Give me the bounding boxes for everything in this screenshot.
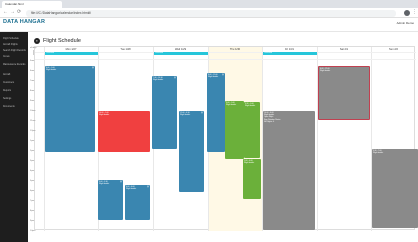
flight-event[interactable]: 10:00 - 1:00 Flight details	[98, 111, 150, 152]
allday-label: all-day	[30, 47, 37, 49]
browser-addressbar: ← → ⟳ file:///C:/DataHangar/calendar/ind…	[0, 8, 418, 18]
page-title: Flight Schedule	[43, 38, 81, 44]
event-title: Flight details	[244, 162, 255, 165]
hour-label: 2pm	[30, 150, 35, 152]
hour-label: 7pm	[30, 200, 35, 202]
app-logo[interactable]: DATA HANGAR	[3, 19, 45, 25]
event-icon[interactable]: ◎	[92, 66, 94, 69]
event-title: Flight details	[226, 104, 237, 107]
flight-event[interactable]: 9:00 - 1:00 Flight details	[225, 101, 244, 159]
account-icon[interactable]	[404, 10, 410, 16]
sidebar-item-customers[interactable]: Customers	[3, 82, 14, 84]
event-detail: No Flights: 0	[264, 120, 275, 123]
sidebar-item-search-flights[interactable]: Search Flight Records	[3, 50, 26, 52]
sidebar-item-reports[interactable]: Reports	[3, 90, 11, 92]
event-icon[interactable]: ◎	[147, 185, 149, 188]
browser-menu-icon[interactable]: ⋮	[412, 9, 417, 15]
browser-tab[interactable]: Calendar.html	[2, 1, 62, 8]
sidebar-item-aircraft[interactable]: Aircraft	[3, 74, 10, 76]
event-icon[interactable]: ◎	[201, 111, 203, 114]
event-title: Flight details	[245, 105, 256, 108]
hour-label: 4pm	[30, 170, 35, 172]
event-title: Flight details	[126, 188, 137, 191]
flight-event[interactable]: 4:00 - 6:00 Flight details ◎	[125, 185, 150, 220]
sidebar-item-maintenance[interactable]: Maintenance Records	[3, 64, 25, 66]
flight-event[interactable]: 7:30 - 10:30 Flight details ◎	[152, 76, 177, 149]
flight-event[interactable]: 3:00 - 5:30 Flight details ◎	[98, 180, 123, 220]
calendar-icon: ▪	[34, 38, 40, 44]
day-header: Thu 1/30	[229, 48, 241, 51]
flight-event[interactable]: 9:30 - 1:00 Flight details	[244, 102, 260, 158]
hour-label: 7am	[30, 80, 35, 82]
app-header: DATA HANGAR Admin Demo	[0, 18, 418, 32]
flight-event[interactable]: 12:00 - 6:30 Flight details ◎	[179, 111, 204, 192]
hour-label: 11am	[30, 120, 36, 122]
hour-label: 3pm	[30, 160, 35, 162]
url-input[interactable]: file:///C:/DataHangar/calendar/index.htm…	[26, 9, 396, 17]
grid-line	[35, 59, 416, 60]
flight-event[interactable]: 10:00 - 6:00 Flight details Open Flight …	[263, 111, 315, 230]
sidebar-item-aircraft-flights[interactable]: Aircraft Flights	[3, 44, 18, 46]
event-title: Flight details	[99, 183, 110, 186]
event-title: Flight details	[99, 114, 110, 117]
sidebar-item-documents[interactable]: Documents	[3, 106, 15, 108]
hour-label: 12pm	[30, 130, 36, 132]
hour-label: 9pm	[30, 220, 35, 222]
hour-label: 5am	[30, 60, 35, 62]
allday-event[interactable]: Cancelled	[154, 52, 208, 55]
forward-icon[interactable]: →	[10, 10, 15, 15]
flight-event[interactable]: 6:00 - 1:00 Flight details ◎	[45, 66, 95, 152]
sidebar: Flight Schedule Aircraft Flights Search …	[0, 32, 28, 242]
flight-event[interactable]: 1:00 - 4:00 Flight details	[243, 159, 261, 199]
day-header: Sat 2/1	[339, 48, 349, 51]
sidebar-item-flight-schedule[interactable]: Flight Schedule	[3, 38, 19, 40]
hour-label: 6pm	[30, 190, 35, 192]
page: Calendar.html ← → ⟳ file:///C:/DataHanga…	[0, 0, 418, 242]
event-title: Flight details	[208, 76, 219, 79]
flight-event[interactable]: 6:00 - 12:00 Flight details	[318, 66, 370, 120]
flight-event[interactable]: 3:30 - 7:00 Flight details	[372, 149, 418, 228]
event-title: Flight details	[46, 69, 57, 72]
reload-icon[interactable]: ⟳	[17, 10, 21, 15]
event-title: Flight details	[320, 70, 331, 73]
sidebar-item-crews[interactable]: Crews	[3, 56, 10, 58]
day-header: Tue 1/28	[120, 48, 131, 51]
day-header: Sun 2/2	[389, 48, 398, 51]
browser-tabbar: Calendar.html	[0, 0, 418, 8]
user-menu[interactable]: Admin Demo	[397, 21, 414, 25]
hour-label: 10pm	[30, 230, 36, 232]
hour-label: 8am	[30, 90, 35, 92]
allday-event[interactable]: Cancelled	[263, 52, 317, 55]
event-title: Flight details	[180, 114, 191, 117]
event-title: Flight details	[153, 79, 164, 82]
flight-event[interactable]: 8:00 - 11:00 Flight details ◎	[207, 73, 225, 152]
hour-label: 1pm	[30, 140, 35, 142]
hour-label: 6am	[30, 70, 35, 72]
sidebar-item-settings[interactable]: Settings	[3, 98, 11, 100]
event-icon[interactable]: ◎	[222, 73, 224, 76]
hour-label: 5pm	[30, 180, 35, 182]
allday-event[interactable]: Cancelled	[45, 52, 98, 55]
back-icon[interactable]: ←	[3, 10, 8, 15]
hour-label: 9am	[30, 100, 35, 102]
hour-label: 8pm	[30, 210, 35, 212]
event-icon[interactable]: ◎	[120, 180, 122, 183]
event-icon[interactable]: ◎	[174, 76, 176, 79]
event-title: Flight details	[373, 152, 384, 155]
hour-label: 10am	[30, 110, 36, 112]
